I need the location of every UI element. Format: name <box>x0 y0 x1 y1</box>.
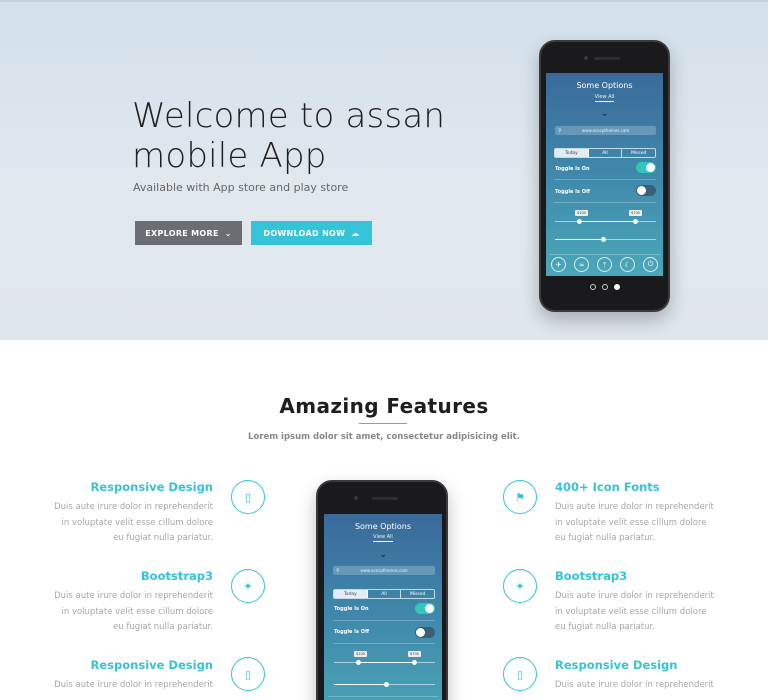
feature-title: Responsive Design <box>90 480 213 494</box>
phone-screen: Some Options View All ⌄ ⚲ www.ococptheme… <box>324 514 442 700</box>
feature-text: Duis aute irure dolor in reprehenderit <box>555 680 714 690</box>
chevron-down-icon: ⌄ <box>600 109 609 119</box>
range-min-handle[interactable] <box>577 219 582 224</box>
moon-icon[interactable]: ☾ <box>620 257 635 272</box>
feature-item: Responsive Design Duis aute irure dolor … <box>53 658 213 694</box>
feature-text: Duis aute irure dolor in reprehenderit i… <box>555 591 714 632</box>
explore-more-label: EXPLORE MORE <box>145 228 219 238</box>
feature-title: Bootstrap3 <box>555 569 628 583</box>
download-now-label: DOWNLOAD NOW <box>263 228 346 238</box>
phone-speaker <box>594 57 620 60</box>
twitter-icon: ✦ <box>231 569 265 603</box>
cloud-download-icon: ☁ <box>351 228 360 238</box>
mobile-icon: ▯ <box>503 657 537 691</box>
chevron-down-icon: ⌄ <box>379 550 387 560</box>
features-title: Amazing Features <box>279 394 489 418</box>
feature-title: Responsive Design <box>90 658 213 672</box>
range-min-handle[interactable] <box>356 660 361 665</box>
segment-today[interactable]: Today <box>555 149 589 157</box>
feature-item: Bootstrap3 Duis aute irure dolor in repr… <box>555 569 715 636</box>
range-max-tag: $700 <box>629 210 642 216</box>
feature-text: Duis aute irure dolor in reprehenderit i… <box>555 502 714 543</box>
mobile-icon: ▯ <box>231 480 265 514</box>
hero-phone-mockup: Some Options View All ⌄ ⚲ www.ococptheme… <box>539 40 670 312</box>
screen-view-all[interactable]: View All <box>546 94 663 102</box>
divider <box>550 254 660 255</box>
search-icon: ⚲ <box>336 567 340 574</box>
range-max-tag: $700 <box>408 651 421 657</box>
feature-item: 400+ Icon Fonts Duis aute irure dolor in… <box>555 480 715 547</box>
toggle-on-label: Toggle Is On <box>555 166 590 172</box>
screen-segment-control[interactable]: Today All Missed <box>554 148 656 158</box>
toggle-off-switch[interactable] <box>636 185 656 196</box>
screen-search-bar[interactable]: ⚲ www.ococpthemes.com <box>333 566 435 575</box>
volume-slider[interactable] <box>555 237 656 242</box>
range-slider[interactable]: $100 $700 <box>334 651 435 665</box>
segment-missed[interactable]: Missed <box>622 149 655 157</box>
screen-search-bar[interactable]: ⚲ www.ococpthemes.com <box>555 126 656 135</box>
range-max-handle[interactable] <box>633 219 638 224</box>
range-min-tag: $100 <box>575 210 588 216</box>
divider <box>328 696 438 697</box>
carousel-dots <box>590 284 620 290</box>
screen-title: Some Options <box>576 81 633 90</box>
quick-settings-icons: ✈ ≈ ᛘ ☾ ⏻ <box>551 257 658 272</box>
screen-title: Some Options <box>354 522 412 531</box>
feature-item: Responsive Design Duis aute irure dolor … <box>555 658 715 694</box>
segment-all[interactable]: All <box>589 149 623 157</box>
feature-title: 400+ Icon Fonts <box>555 480 660 494</box>
screen-view-all[interactable]: View All <box>324 534 442 542</box>
range-min-tag: $100 <box>354 651 367 657</box>
feature-title: Bootstrap3 <box>140 569 213 583</box>
toggle-on-switch[interactable] <box>636 162 656 173</box>
feature-item: Responsive Design Duis aute irure dolor … <box>53 480 213 547</box>
mobile-icon: ▯ <box>231 657 265 691</box>
hero-title: Welcome to assan mobile App <box>132 96 446 176</box>
feature-text: Duis aute irure dolor in reprehenderit i… <box>54 591 213 632</box>
feature-title: Responsive Design <box>555 658 678 672</box>
segment-all[interactable]: All <box>368 590 402 598</box>
segment-today[interactable]: Today <box>334 590 368 598</box>
screen-segment-control[interactable]: Today All Missed <box>333 589 435 599</box>
toggle-on-switch[interactable] <box>415 603 435 614</box>
range-max-handle[interactable] <box>412 660 417 665</box>
carousel-dot[interactable] <box>590 284 596 290</box>
toggle-off-label: Toggle Is Off <box>555 189 591 195</box>
carousel-dot-active[interactable] <box>614 284 620 290</box>
features-phone-mockup: Some Options View All ⌄ ⚲ www.ococptheme… <box>316 480 448 700</box>
download-now-button[interactable]: DOWNLOAD NOW ☁ <box>251 221 372 245</box>
feature-item: Bootstrap3 Duis aute irure dolor in repr… <box>53 569 213 636</box>
toggle-off-switch[interactable] <box>415 627 435 638</box>
twitter-icon: ✦ <box>503 569 537 603</box>
feature-text: Duis aute irure dolor in reprehenderit <box>54 680 213 690</box>
phone-screen: Some Options View All ⌄ ⚲ www.ococptheme… <box>546 73 663 276</box>
explore-more-button[interactable]: EXPLORE MORE ⌄ <box>135 221 242 245</box>
divider <box>333 620 435 621</box>
divider <box>554 202 656 203</box>
features-subtitle: Lorem ipsum dolor sit amet, consectetur … <box>248 432 520 442</box>
wifi-icon[interactable]: ≈ <box>574 257 589 272</box>
carousel-dot[interactable] <box>602 284 608 290</box>
segment-missed[interactable]: Missed <box>401 590 434 598</box>
bluetooth-icon[interactable]: ᛘ <box>597 257 612 272</box>
airplane-icon[interactable]: ✈ <box>551 257 566 272</box>
phone-camera <box>354 496 358 500</box>
power-icon[interactable]: ⏻ <box>643 257 658 272</box>
search-icon: ⚲ <box>558 127 562 134</box>
divider <box>554 179 656 180</box>
features-title-underline <box>359 423 407 424</box>
toggle-on-label: Toggle Is On <box>334 606 369 612</box>
phone-speaker <box>372 497 398 500</box>
chevron-down-icon: ⌄ <box>224 228 232 238</box>
hero-subtitle: Available with App store and play store <box>133 181 349 194</box>
phone-camera <box>584 56 588 60</box>
volume-handle[interactable] <box>601 237 606 242</box>
range-slider[interactable]: $100 $700 <box>555 210 656 224</box>
flag-icon: ⚑ <box>503 480 537 514</box>
volume-handle[interactable] <box>384 682 389 687</box>
divider <box>333 643 435 644</box>
volume-slider[interactable] <box>334 682 435 687</box>
toggle-off-label: Toggle Is Off <box>334 629 370 635</box>
feature-text: Duis aute irure dolor in reprehenderit i… <box>54 502 213 543</box>
